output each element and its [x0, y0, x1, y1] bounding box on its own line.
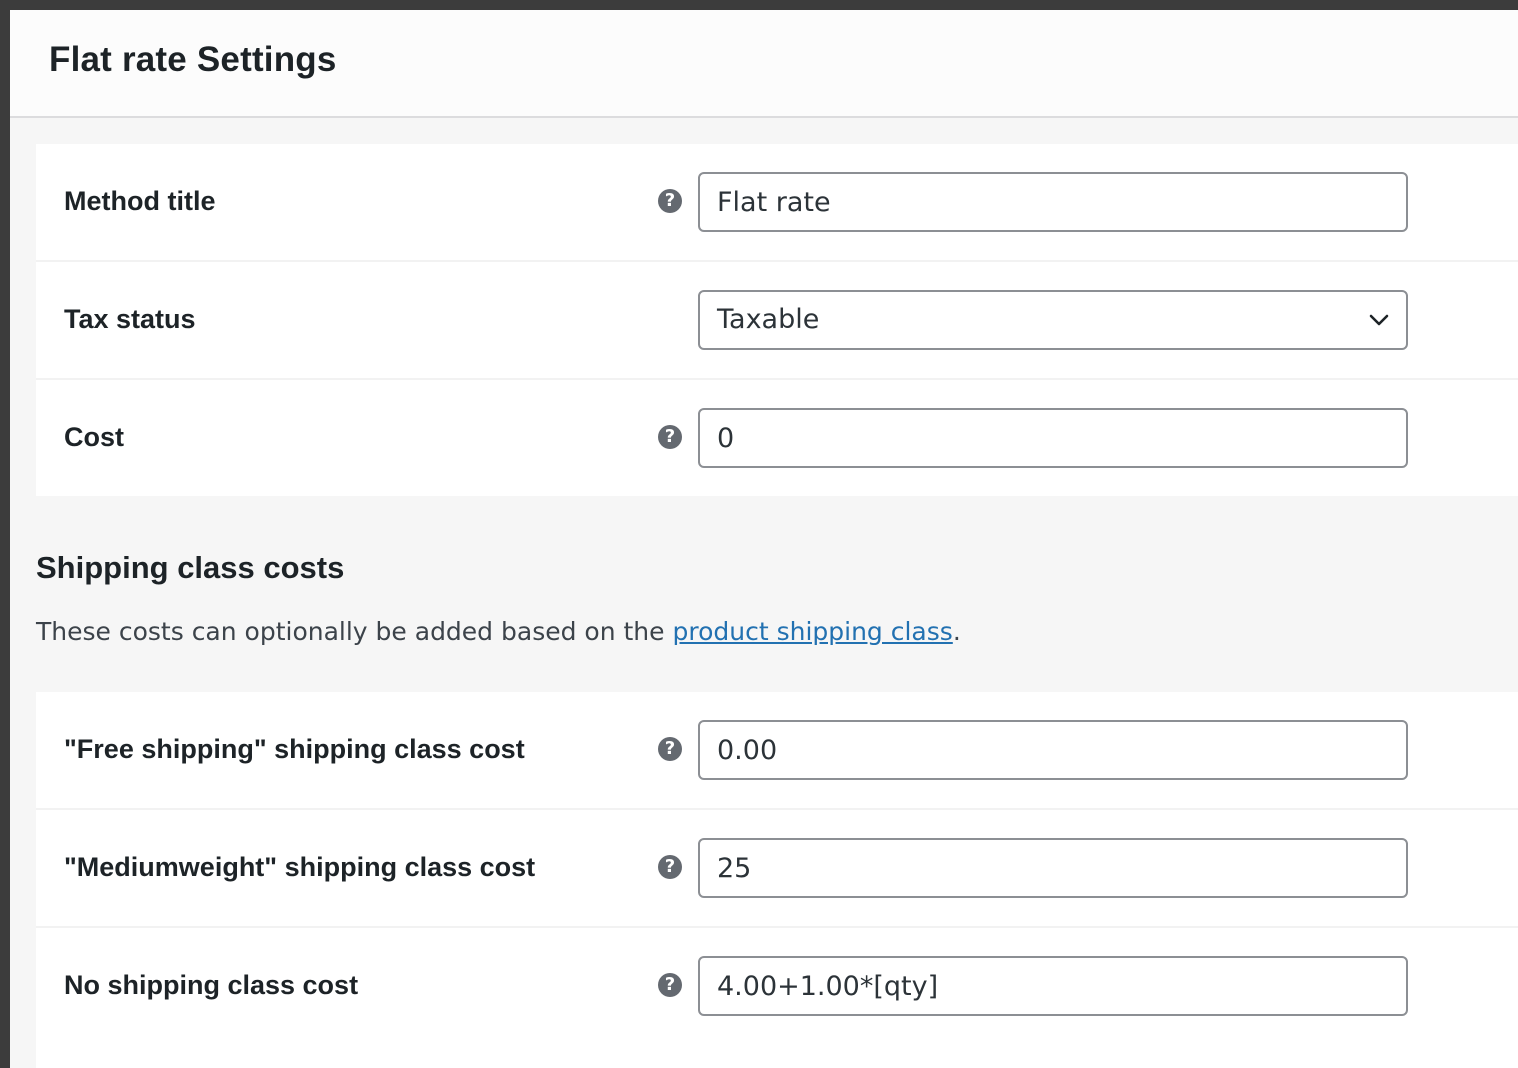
- question-circle-icon[interactable]: ?: [658, 425, 682, 449]
- description-text: These costs can optionally be added base…: [36, 617, 673, 646]
- method-title-input[interactable]: [698, 172, 1408, 232]
- chevron-down-icon: [1369, 314, 1389, 326]
- mediumweight-class-cost-row: "Mediumweight" shipping class cost ?: [36, 810, 1518, 928]
- cost-row: Cost ?: [36, 380, 1518, 498]
- cost-label: Cost: [64, 422, 124, 452]
- tax-status-selected-value: Taxable: [717, 304, 820, 335]
- settings-modal: Flat rate Settings Method title ? Tax st…: [10, 10, 1518, 1068]
- general-settings-panel: Method title ? Tax status Taxable Cost ?: [36, 144, 1518, 496]
- tax-status-select[interactable]: Taxable: [698, 290, 1408, 350]
- question-circle-icon[interactable]: ?: [658, 737, 682, 761]
- shipping-class-costs-heading: Shipping class costs: [36, 550, 345, 585]
- mediumweight-class-cost-input[interactable]: [698, 838, 1408, 898]
- tax-status-label: Tax status: [64, 304, 196, 334]
- description-period: .: [952, 617, 961, 646]
- free-shipping-class-cost-input[interactable]: [698, 720, 1408, 780]
- tax-status-row: Tax status Taxable: [36, 262, 1518, 380]
- shipping-class-costs-panel: "Free shipping" shipping class cost ? "M…: [36, 692, 1518, 1068]
- mediumweight-class-cost-label: "Mediumweight" shipping class cost: [64, 852, 536, 882]
- question-circle-icon[interactable]: ?: [658, 855, 682, 879]
- modal-header: Flat rate Settings: [10, 10, 1518, 118]
- free-shipping-class-cost-row: "Free shipping" shipping class cost ?: [36, 692, 1518, 810]
- no-shipping-class-cost-label: No shipping class cost: [64, 970, 359, 1000]
- shipping-class-costs-description: These costs can optionally be added base…: [36, 617, 961, 646]
- no-shipping-class-cost-input[interactable]: [698, 956, 1408, 1016]
- product-shipping-class-link[interactable]: product shipping class: [672, 617, 952, 646]
- cost-input[interactable]: [698, 408, 1408, 468]
- free-shipping-class-cost-label: "Free shipping" shipping class cost: [64, 734, 525, 764]
- no-shipping-class-cost-row: No shipping class cost ?: [36, 928, 1518, 1046]
- question-circle-icon[interactable]: ?: [658, 189, 682, 213]
- modal-title: Flat rate Settings: [49, 40, 337, 79]
- method-title-label: Method title: [64, 186, 216, 216]
- method-title-row: Method title ?: [36, 144, 1518, 262]
- question-circle-icon[interactable]: ?: [658, 973, 682, 997]
